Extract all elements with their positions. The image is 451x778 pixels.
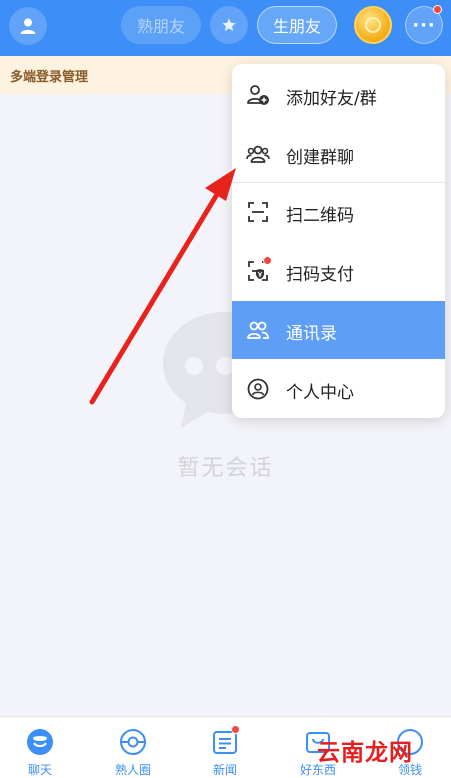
- person-icon: [20, 18, 36, 34]
- menu-item-profile[interactable]: 个人中心: [232, 360, 445, 418]
- nav-label: 聊天: [27, 763, 52, 777]
- nav-item-circle[interactable]: 熟人圈: [88, 717, 178, 778]
- nav-label: 熟人圈: [114, 763, 151, 777]
- avatar[interactable]: [9, 7, 47, 45]
- menu-item-label: 创建群聊: [286, 148, 354, 168]
- nav-label: 新闻: [212, 763, 237, 777]
- top-bar: 熟朋友 生朋友 ···: [0, 0, 451, 56]
- coin-button[interactable]: [354, 6, 392, 44]
- menu-item-label: 扫码支付: [286, 265, 354, 285]
- group-chat-icon: [246, 145, 270, 163]
- news-badge: [231, 725, 240, 734]
- menu-item-add-friend[interactable]: 添加好友/群: [232, 66, 445, 124]
- watermark: 云南龙网: [317, 739, 413, 766]
- favorite-button[interactable]: [210, 6, 248, 44]
- add-friend-icon: [247, 85, 269, 105]
- menu-item-label: 通讯录: [286, 324, 337, 344]
- chat-icon: [27, 729, 53, 755]
- coin-icon: [365, 17, 381, 33]
- nav-item-chat[interactable]: 聊天: [0, 717, 85, 778]
- circle-icon: [120, 729, 146, 755]
- menu-item-scan-qr[interactable]: 扫二维码: [232, 183, 445, 241]
- menu-item-contacts[interactable]: 通讯录: [232, 301, 445, 359]
- dropdown-menu: 添加好友/群 创建群聊 扫二维码 扫码支付 通讯录 个人中心: [232, 64, 445, 418]
- menu-item-label: 个人中心: [286, 383, 354, 403]
- profile-icon: [247, 378, 269, 400]
- scan-pay-badge: [263, 256, 272, 265]
- empty-state-text: 暂无会话: [177, 456, 274, 481]
- nav-item-news[interactable]: 新闻: [180, 717, 270, 778]
- menu-item-label: 扫二维码: [286, 206, 354, 226]
- scan-icon: [248, 202, 268, 222]
- banner-text: 多端登录管理: [10, 70, 89, 85]
- menu-item-create-group[interactable]: 创建群聊: [232, 125, 445, 183]
- more-badge: [433, 5, 442, 14]
- menu-item-scan-pay[interactable]: 扫码支付: [232, 242, 445, 300]
- tab-new-friends[interactable]: 生朋友: [257, 6, 337, 44]
- more-dots-icon: ···: [412, 14, 436, 36]
- contacts-icon: [247, 321, 269, 339]
- star-icon: [222, 18, 236, 31]
- menu-item-label: 添加好友/群: [286, 89, 377, 109]
- tab-familiar-friends[interactable]: 熟朋友: [121, 6, 201, 44]
